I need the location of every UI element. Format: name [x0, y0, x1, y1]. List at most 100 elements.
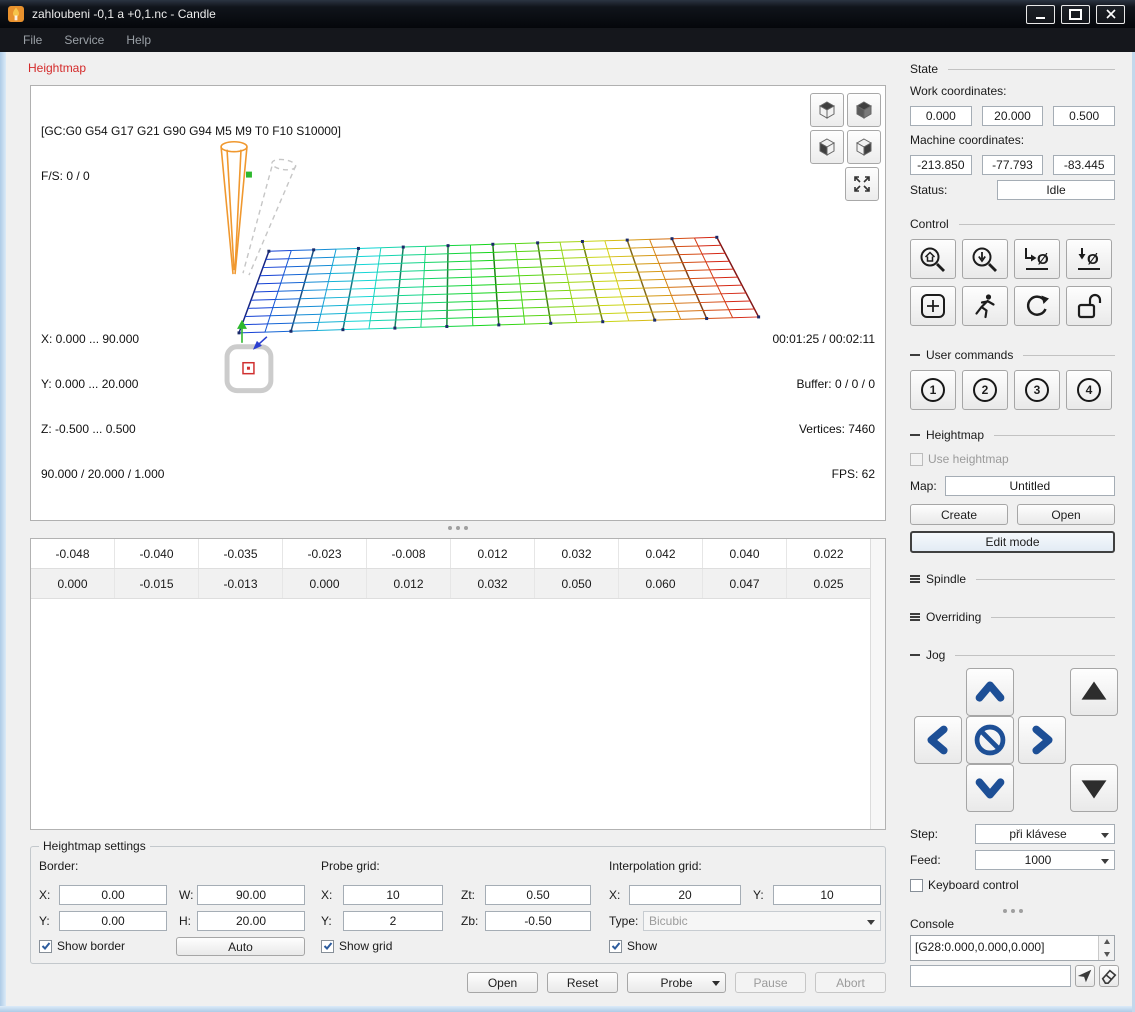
- step-select[interactable]: při klávese: [975, 824, 1115, 844]
- user-command-1-button[interactable]: 1: [910, 370, 956, 410]
- jog-x-plus-button[interactable]: [1018, 716, 1066, 764]
- unlock-button[interactable]: [1066, 286, 1112, 326]
- interp-x-input[interactable]: [629, 885, 741, 905]
- heightmap-table[interactable]: -0.048 -0.040 -0.035 -0.023 -0.008 0.012…: [30, 538, 886, 830]
- table-cell[interactable]: 0.012: [367, 569, 451, 598]
- user-command-2-button[interactable]: 2: [962, 370, 1008, 410]
- map-name-input[interactable]: [945, 476, 1115, 496]
- probe-y-input[interactable]: [343, 911, 443, 931]
- table-cell[interactable]: 0.050: [535, 569, 619, 598]
- spindle-group-header[interactable]: Spindle: [910, 572, 1115, 586]
- probe-x-input[interactable]: [343, 885, 443, 905]
- create-heightmap-button[interactable]: Create: [910, 504, 1008, 525]
- safe-position-button[interactable]: [962, 286, 1008, 326]
- jog-group-header[interactable]: Jog: [910, 648, 1115, 662]
- interp-x-label: X:: [609, 885, 620, 905]
- probe-zb-input[interactable]: [485, 911, 591, 931]
- jog-y-plus-button[interactable]: [966, 668, 1014, 716]
- table-cell[interactable]: 0.000: [283, 569, 367, 598]
- fit-view-button[interactable]: [845, 167, 879, 201]
- maximize-button[interactable]: [1061, 5, 1090, 24]
- table-cell[interactable]: -0.015: [115, 569, 199, 598]
- triangle-up-icon: [1071, 668, 1117, 716]
- title-bar[interactable]: zahloubeni -0,1 a +0,1.nc - Candle: [0, 0, 1135, 28]
- view-top-button[interactable]: [810, 93, 844, 127]
- overriding-group-header[interactable]: Overriding: [910, 610, 1115, 624]
- table-cell[interactable]: 0.012: [451, 539, 535, 568]
- border-h-input[interactable]: [197, 911, 305, 931]
- open-heightmap-button[interactable]: Open: [1017, 504, 1115, 525]
- menu-icon: [910, 578, 920, 580]
- view-side-button[interactable]: [847, 130, 881, 164]
- z-probe-button[interactable]: [962, 239, 1008, 279]
- abort-button: Abort: [815, 972, 886, 993]
- probe-button[interactable]: Probe: [627, 972, 726, 993]
- checkbox-box: [609, 940, 622, 953]
- reset-button[interactable]: Reset: [547, 972, 618, 993]
- user-commands-group-header[interactable]: User commands: [910, 348, 1115, 362]
- heightmap-file-buttons: Create Open: [910, 504, 1115, 525]
- panel-splitter[interactable]: [910, 908, 1115, 914]
- scroll-down-button[interactable]: [1099, 949, 1114, 960]
- jog-y-minus-button[interactable]: [966, 764, 1014, 812]
- minimize-button[interactable]: [1026, 5, 1055, 24]
- zero-z-button[interactable]: Ø: [1066, 239, 1112, 279]
- interp-show-checkbox[interactable]: Show: [609, 939, 657, 953]
- table-cell[interactable]: 0.032: [535, 539, 619, 568]
- jog-x-minus-button[interactable]: [914, 716, 962, 764]
- open-button[interactable]: Open: [467, 972, 538, 993]
- table-cell[interactable]: -0.035: [199, 539, 283, 568]
- heightmap-group-header[interactable]: Heightmap: [910, 428, 1115, 442]
- reset-button-panel[interactable]: [1014, 286, 1060, 326]
- scroll-up-button[interactable]: [1099, 936, 1114, 947]
- interp-y-input[interactable]: [773, 885, 881, 905]
- table-cell[interactable]: 0.022: [787, 539, 871, 568]
- probe-menu-arrow-icon: [712, 981, 720, 990]
- table-cell[interactable]: -0.040: [115, 539, 199, 568]
- menu-help[interactable]: Help: [117, 30, 160, 50]
- view-isometric-button[interactable]: [847, 93, 881, 127]
- table-cell[interactable]: 0.032: [451, 569, 535, 598]
- view-front-button[interactable]: [810, 130, 844, 164]
- auto-button[interactable]: Auto: [176, 937, 305, 956]
- show-grid-checkbox[interactable]: Show grid: [321, 939, 392, 953]
- user-command-3-button[interactable]: 3: [1014, 370, 1060, 410]
- jog-z-plus-button[interactable]: [1070, 668, 1118, 716]
- feed-select[interactable]: 1000: [975, 850, 1115, 870]
- table-cell[interactable]: -0.048: [31, 539, 115, 568]
- zero-xy-button[interactable]: Ø: [1014, 239, 1060, 279]
- table-cell[interactable]: -0.023: [283, 539, 367, 568]
- number-badge: 1: [921, 378, 945, 402]
- probe-zt-input[interactable]: [485, 885, 591, 905]
- table-cell[interactable]: 0.042: [619, 539, 703, 568]
- table-cell[interactable]: 0.000: [31, 569, 115, 598]
- table-cell[interactable]: 0.040: [703, 539, 787, 568]
- table-cell[interactable]: 0.047: [703, 569, 787, 598]
- clear-console-button[interactable]: [1099, 965, 1119, 987]
- show-border-checkbox[interactable]: Show border: [39, 939, 125, 953]
- border-w-input[interactable]: [197, 885, 305, 905]
- close-button[interactable]: [1096, 5, 1125, 24]
- arrow-left-icon: [915, 716, 961, 764]
- home-button[interactable]: [910, 239, 956, 279]
- console-scrollbar[interactable]: [1098, 936, 1114, 960]
- send-command-button[interactable]: [1075, 965, 1095, 987]
- jog-stop-button[interactable]: [966, 716, 1014, 764]
- visualizer-panel[interactable]: [GC:G0 G54 G17 G21 G90 G94 M5 M9 T0 F10 …: [30, 85, 886, 521]
- border-y-input[interactable]: [59, 911, 167, 931]
- table-cell[interactable]: -0.013: [199, 569, 283, 598]
- jog-z-minus-button[interactable]: [1070, 764, 1118, 812]
- table-cell[interactable]: -0.008: [367, 539, 451, 568]
- table-cell[interactable]: 0.025: [787, 569, 871, 598]
- menu-service[interactable]: Service: [55, 30, 113, 50]
- user-command-4-button[interactable]: 4: [1066, 370, 1112, 410]
- console-input[interactable]: [910, 965, 1071, 987]
- border-x-input[interactable]: [59, 885, 167, 905]
- restore-origin-button[interactable]: [910, 286, 956, 326]
- edit-mode-button[interactable]: Edit mode: [910, 531, 1115, 553]
- menu-file[interactable]: File: [14, 30, 51, 50]
- table-cell[interactable]: 0.060: [619, 569, 703, 598]
- table-scrollbar[interactable]: [870, 539, 885, 829]
- keyboard-control-checkbox[interactable]: Keyboard control: [910, 878, 1115, 892]
- horizontal-splitter[interactable]: [30, 525, 886, 531]
